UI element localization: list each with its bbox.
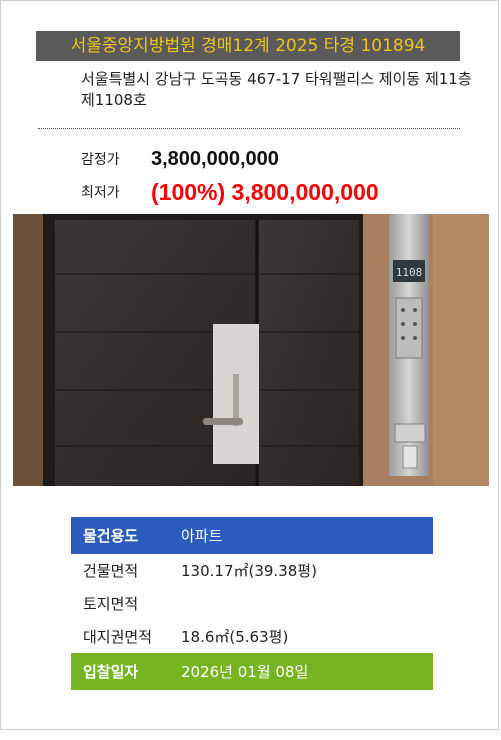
bid-date-row: 입찰일자 2026년 01월 08일 <box>71 653 433 690</box>
usage-value: 아파트 <box>181 527 223 545</box>
keypad-icon <box>395 297 423 359</box>
intercom-icon <box>402 445 418 469</box>
left-wall-edge <box>13 214 43 486</box>
building-area-label: 건물면적 <box>83 562 139 580</box>
minimum-price-value: (100%) 3,800,000,000 <box>151 178 379 205</box>
appraisal-price-label: 감정가 <box>81 152 120 168</box>
appraisal-price-value: 3,800,000,000 <box>151 147 279 170</box>
call-button-icon <box>394 423 426 443</box>
land-right-label: 대지권면적 <box>83 628 153 646</box>
minimum-price-label: 최저가 <box>81 185 120 201</box>
land-right-row: 대지권면적 18.6㎡(5.63평) <box>71 620 433 653</box>
appraisal-price-row: 감정가 3,800,000,000 <box>81 144 279 174</box>
auction-card: 서울중앙지방법원 경매12계 2025 타경 101894 서울특별시 강남구 … <box>0 0 499 730</box>
bid-date-label: 입찰일자 <box>83 663 139 681</box>
land-area-label: 토지면적 <box>83 595 139 613</box>
property-address: 서울특별시 강남구 도곡동 467-17 타워팰리스 제이동 제11층 제110… <box>81 70 472 109</box>
door-handle-icon <box>203 418 243 425</box>
property-details-table: 물건용도 아파트 건물면적 130.17㎡(39.38평) 토지면적 대지권면적… <box>71 517 433 690</box>
door-photo-illustration: 1108 <box>13 214 489 486</box>
building-area-value: 130.17㎡(39.38평) <box>181 562 317 580</box>
usage-row: 물건용도 아파트 <box>71 517 433 554</box>
property-photo: 1108 <box>13 214 489 486</box>
court-case-header: 서울중앙지방법원 경매12계 2025 타경 101894 <box>36 31 460 61</box>
dotted-divider <box>38 128 460 129</box>
usage-label: 물건용도 <box>83 527 139 545</box>
land-right-value: 18.6㎡(5.63평) <box>181 628 289 646</box>
building-area-row: 건물면적 130.17㎡(39.38평) <box>71 554 433 587</box>
minimum-price-row: 최저가 (100%) 3,800,000,000 <box>81 177 379 207</box>
bid-date-value: 2026년 01월 08일 <box>181 663 309 681</box>
land-area-row: 토지면적 <box>71 587 433 620</box>
door-number-text: 1108 <box>396 266 423 279</box>
